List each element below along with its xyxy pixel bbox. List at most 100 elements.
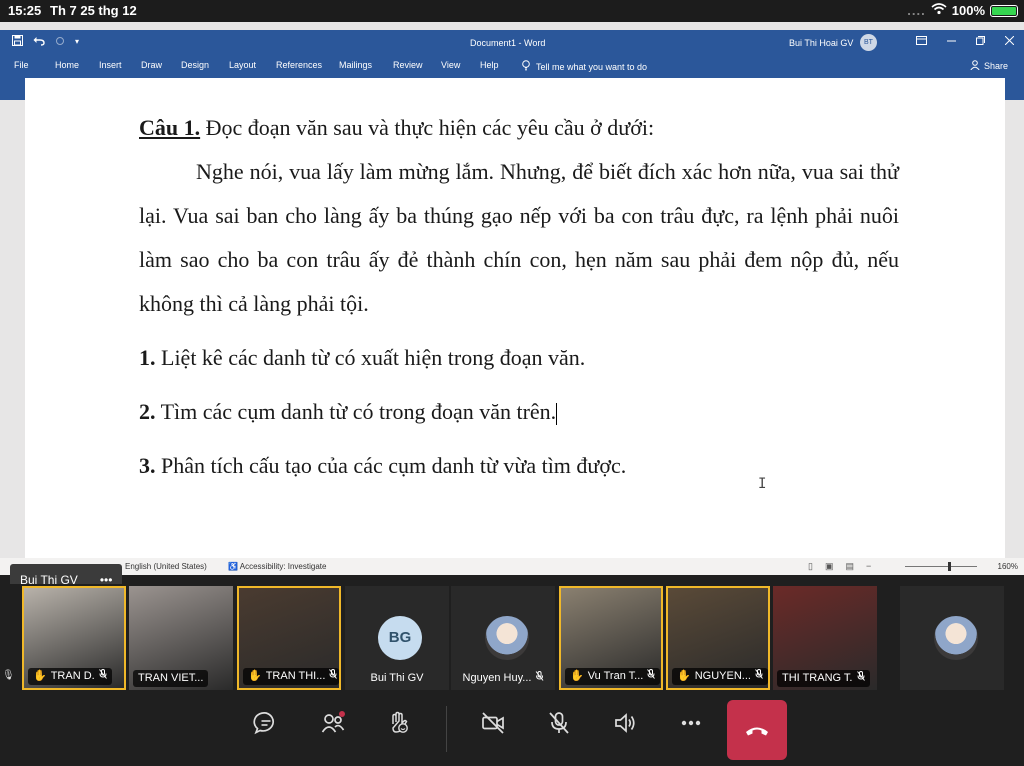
ribbon-display-icon[interactable] [916,34,927,48]
mic-off-icon [98,668,107,685]
person-icon [970,60,980,72]
ribbon-tab-layout[interactable]: Layout [229,60,256,70]
camera-toggle-button[interactable] [476,706,510,740]
participant-name: TRAN THI... [265,670,326,682]
customize-qat-icon[interactable]: ▾ [75,37,79,46]
participant-tile[interactable] [900,586,1004,690]
screen: 15:25 Th 7 25 thg 12 .... 100% ▾ Documen… [0,0,1024,766]
participant-name: NGUYEN... [694,670,751,682]
participant-name: Vu Tran T... [587,670,644,682]
battery-icon [990,4,1018,17]
zoom-slider[interactable] [905,562,977,571]
participant-label: ✋ Vu Tran T... [565,668,661,685]
hang-up-button[interactable] [727,700,787,760]
strip-edge-mic-off-icon: 🎙 [2,670,15,681]
ribbon-tab-view[interactable]: View [441,60,460,70]
participant-label: Bui Thi GV [366,670,429,687]
participant-tile[interactable]: THI TRANG T. [773,586,877,690]
participant-label: Nguyen Huy... [458,670,549,687]
quick-access-toolbar: ▾ [12,35,79,48]
read-mode-icon[interactable]: ▯ [808,561,813,572]
raised-hand-icon: ✋ [677,670,691,682]
ribbon-tab-home[interactable]: Home [55,60,79,70]
task-3-text: Phân tích cấu tạo của các cụm danh từ vừ… [155,453,627,478]
speaker-button[interactable] [608,706,642,740]
document-page[interactable]: Câu 1. Đọc đoạn văn sau và thực hiện các… [25,78,1005,570]
reading-passage: Nghe nói, vua lấy làm mừng lắm. Nhưng, đ… [139,159,899,316]
participant-name: TRAN VIET... [138,672,204,684]
ribbon-tab-design[interactable]: Design [181,60,209,70]
minimize-icon[interactable] [947,34,956,48]
text-caret [556,402,558,425]
share-button[interactable]: Share [970,60,1008,72]
ribbon-tab-mailings[interactable]: Mailings [339,60,372,70]
mic-off-icon [647,668,656,685]
multitask-dots: .... [907,3,926,18]
participant-tile[interactable]: ✋ Vu Tran T... [559,586,663,690]
mic-off-icon [755,668,763,685]
task-1-number: 1. [139,345,156,370]
tell-me-label: Tell me what you want to do [536,61,648,72]
task-1: 1. Liệt kê các danh từ có xuất hiện tron… [139,336,899,380]
task-1-text: Liệt kê các danh từ có xuất hiện trong đ… [155,345,586,370]
signed-in-user[interactable]: Bui Thi Hoai GV [789,38,853,48]
close-icon[interactable] [1004,34,1015,48]
raised-hand-icon: ✋ [33,670,47,682]
ribbon-tab-review[interactable]: Review [393,60,423,70]
battery-percent: 100% [951,3,985,18]
mic-off-icon [329,668,338,685]
clock: 15:25 [8,3,42,18]
participant-tile[interactable]: ✋ TRAN THI... [237,586,341,690]
print-layout-icon[interactable]: ▣ [825,561,834,572]
ribbon-tab-insert[interactable]: Insert [99,60,122,70]
undo-icon[interactable] [33,36,45,48]
avatar [934,616,978,660]
participant-label: ✋ TRAN THI... [243,668,339,685]
ribbon-tab-file[interactable]: File [14,60,29,70]
more-options-button[interactable] [674,706,708,740]
accessibility-checker[interactable]: ♿ Accessibility: Investigate [228,562,326,571]
word-status-bar: English (United States) ♿ Accessibility:… [0,558,1024,575]
document-body[interactable]: Câu 1. Đọc đoạn văn sau và thực hiện các… [139,106,899,488]
ios-status-bar: 15:25 Th 7 25 thg 12 .... 100% [0,0,1024,22]
word-title-bar: ▾ Document1 - Word Bui Thi Hoai GV BT [0,30,1024,54]
people-button[interactable] [316,706,350,740]
participant-tile[interactable]: TRAN VIET... [129,586,233,690]
more-icon [681,720,701,726]
accessibility-label: Accessibility: Investigate [239,562,327,571]
participant-tile[interactable]: ✋ NGUYEN... [666,586,770,690]
participant-label: ✋ TRAN D. [28,668,112,685]
lightbulb-icon [522,60,530,73]
avatar: BG [378,616,422,660]
mic-toggle-button[interactable] [542,706,576,740]
window-controls [916,34,1015,48]
save-icon[interactable] [12,35,23,48]
participant-name: Bui Thi GV [370,672,424,684]
language-indicator[interactable]: English (United States) [125,562,207,571]
zoom-out-icon[interactable]: − [866,561,871,572]
zoom-slider-knob[interactable] [948,562,952,571]
chat-button[interactable] [249,706,283,740]
zoom-level[interactable]: 160% [998,562,1018,571]
raise-hand-button[interactable] [382,706,416,740]
restore-icon[interactable] [976,34,985,48]
camera-off-icon [482,712,504,734]
web-layout-icon[interactable]: ▤ [845,561,854,572]
speaker-icon [615,713,635,733]
participant-tile[interactable]: ✋ TRAN D. [22,586,126,690]
user-avatar[interactable]: BT [860,34,877,51]
view-modes: ▯ ▣ ▤ − [808,561,871,572]
ibeam-cursor-icon: I [758,476,767,492]
tell-me-search[interactable]: Tell me what you want to do [522,60,647,73]
participant-label: THI TRANG T. [777,670,870,687]
wifi-icon [931,3,947,18]
mic-off-icon [856,670,865,687]
participant-tile[interactable]: BG Bui Thi GV [345,586,449,690]
task-2-text: Tìm các cụm danh từ có trong đoạn văn tr… [155,399,557,424]
ribbon-tab-draw[interactable]: Draw [141,60,162,70]
participant-tile[interactable]: Nguyen Huy... [451,586,555,690]
ribbon-tab-references[interactable]: References [276,60,322,70]
redo-icon[interactable] [55,36,65,48]
ribbon-tab-help[interactable]: Help [480,60,499,70]
participant-label: ✋ NGUYEN... [672,668,768,685]
